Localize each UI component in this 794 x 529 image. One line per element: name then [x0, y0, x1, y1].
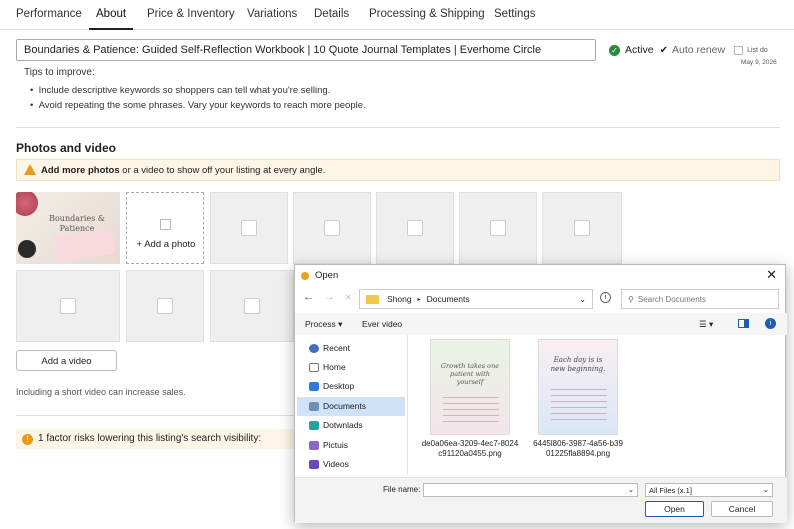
file-name-label: File name: — [383, 485, 421, 494]
video-note: Including a short video can increase sal… — [16, 387, 186, 397]
tab-performance[interactable]: Performance — [16, 0, 82, 30]
file-thumbnail[interactable]: Growth takes one patient with yourself — [430, 339, 510, 435]
pictures-icon — [309, 441, 319, 450]
home-icon — [309, 363, 319, 372]
tab-processing-shipping[interactable]: Processing & Shipping — [369, 0, 485, 30]
lined-area — [443, 392, 499, 426]
visibility-warning: ! 1 factor risks lowering this listing's… — [16, 429, 296, 449]
list-do-checkbox[interactable] — [734, 45, 744, 55]
close-icon[interactable]: ✕ — [766, 267, 777, 283]
photo-slot[interactable] — [126, 270, 204, 342]
forward-arrow-icon[interactable]: → — [324, 291, 335, 303]
primary-photo-thumbnail[interactable]: Boundaries & Patience — [16, 192, 120, 264]
checkmark-icon: ✔ — [659, 44, 668, 56]
download-icon — [309, 421, 319, 430]
flower-decoration — [16, 192, 40, 218]
process-menu[interactable]: Process ▾ — [305, 319, 342, 330]
nav-item-videos[interactable]: Videos — [297, 455, 405, 474]
add-photo-button[interactable]: + Add a photo — [126, 192, 204, 264]
open-file-dialog: Open ✕ ← → ✕ Shong ▸ Documents ⌄ i ⚲ Sear… — [294, 264, 787, 523]
photos-banner: Add more photos or a video to show off y… — [16, 159, 780, 181]
search-icon: ⚲ — [628, 295, 634, 304]
path-current[interactable]: Documents — [427, 294, 470, 304]
file-type-select[interactable]: All Files (x.1] ⌄ — [645, 483, 773, 497]
dialog-toolbar: Process ▾ Ever video ☰ ▾ i — [295, 313, 787, 335]
list-date: May 9, 2026 — [741, 59, 777, 66]
info-icon: ! — [22, 434, 33, 445]
photo-slot[interactable] — [16, 270, 120, 342]
desktop-icon — [309, 382, 319, 391]
tab-price-inventory[interactable]: Price & Inventory — [147, 0, 235, 30]
chevron-down-icon: ⌄ — [627, 485, 634, 494]
listing-title-input[interactable]: Boundaries & Patience: Guided Self-Refle… — [16, 39, 596, 61]
tips-heading: Tips to improve: — [24, 67, 95, 78]
info-icon[interactable]: i — [600, 292, 611, 303]
nav-item-recent[interactable]: Recent — [297, 339, 405, 358]
dialog-titlebar: Open — [301, 270, 338, 281]
search-documents-input[interactable]: ⚲ Search Documents — [621, 289, 779, 309]
tip-item: • Include descriptive keywords so shoppe… — [30, 85, 331, 96]
nav-item-downloads[interactable]: Dotwnlads — [297, 416, 405, 435]
address-bar[interactable]: Shong ▸ Documents ⌄ — [359, 289, 593, 309]
add-video-button[interactable]: Add a video — [16, 350, 117, 371]
videos-icon — [309, 460, 319, 469]
chevron-down-icon[interactable]: ⌄ — [579, 295, 586, 304]
photo-slot[interactable] — [210, 270, 294, 342]
help-icon[interactable]: i — [765, 318, 776, 329]
tab-about[interactable]: About — [89, 0, 134, 30]
path-parent[interactable]: Shong — [387, 294, 412, 304]
thumbnail-title: Boundaries & Patience — [49, 214, 105, 233]
thumbnail-quote: Each day is is new beginning. — [550, 356, 606, 373]
tab-settings[interactable]: Settings — [494, 0, 536, 30]
dialog-title: Open — [315, 270, 339, 281]
file-list: Growth takes one patient with yourself d… — [407, 335, 785, 475]
clock-icon — [309, 344, 319, 353]
new-folder-button[interactable]: Ever video — [362, 319, 402, 329]
nav-item-desktop[interactable]: Desktop — [297, 377, 405, 396]
photo-slot[interactable] — [293, 192, 371, 264]
photos-section-title: Photos and video — [16, 141, 117, 155]
photo-slot[interactable] — [210, 192, 288, 264]
photo-slot[interactable] — [459, 192, 537, 264]
listing-status: ✓ Active ✔ Auto renew List do — [609, 44, 768, 56]
lined-area — [551, 384, 607, 424]
view-list-icon[interactable]: ☰ ▾ — [699, 319, 713, 330]
file-name[interactable]: de0a06ea-3209-4ec7-8024 c91120a0455.png — [410, 439, 530, 459]
active-label: Active — [625, 44, 654, 56]
tab-details[interactable]: Details — [314, 0, 349, 30]
documents-icon — [309, 402, 319, 411]
cancel-button[interactable]: Cancel — [711, 501, 773, 517]
nav-item-pictures[interactable]: Pictuis — [297, 436, 405, 455]
auto-renew-label[interactable]: Auto renew — [672, 44, 725, 56]
thumbnail-quote: Growth takes one patient with yourself — [440, 362, 500, 386]
cup-decoration — [18, 240, 36, 258]
app-icon — [301, 271, 309, 280]
up-icon[interactable]: ✕ — [345, 293, 352, 302]
file-thumbnail[interactable]: Each day is is new beginning. — [538, 339, 618, 435]
photo-slot[interactable] — [542, 192, 622, 264]
warning-icon — [24, 164, 36, 175]
divider — [16, 127, 780, 128]
chevron-right-icon: ▸ — [417, 296, 421, 303]
add-photo-checkbox — [160, 219, 171, 230]
tab-variations[interactable]: Variations — [247, 0, 297, 30]
dialog-navigation: Recent Home Desktop Documents Dotwnlads … — [295, 335, 405, 475]
nav-item-home[interactable]: Home — [297, 358, 405, 377]
listing-tabs: Performance About Price & Inventory Vari… — [0, 0, 794, 30]
photo-slot[interactable] — [376, 192, 454, 264]
active-check-icon: ✓ — [609, 44, 620, 56]
dialog-footer: File name: ⌄ All Files (x.1] ⌄ Open Cance… — [295, 477, 787, 523]
folder-icon — [366, 294, 379, 304]
tip-item: • Avoid repeating the some phrases. Vary… — [30, 100, 366, 111]
chevron-down-icon: ⌄ — [762, 485, 769, 494]
file-name-input[interactable]: ⌄ — [423, 483, 638, 497]
file-name[interactable]: 6445l806-3987-4a56-b39 01225fla8894.png — [518, 439, 638, 459]
back-arrow-icon[interactable]: ← — [303, 291, 314, 303]
nav-item-documents[interactable]: Documents — [297, 397, 405, 416]
list-do-label: List do — [747, 46, 768, 54]
open-button[interactable]: Open — [645, 501, 704, 517]
preview-pane-icon[interactable] — [738, 319, 749, 328]
